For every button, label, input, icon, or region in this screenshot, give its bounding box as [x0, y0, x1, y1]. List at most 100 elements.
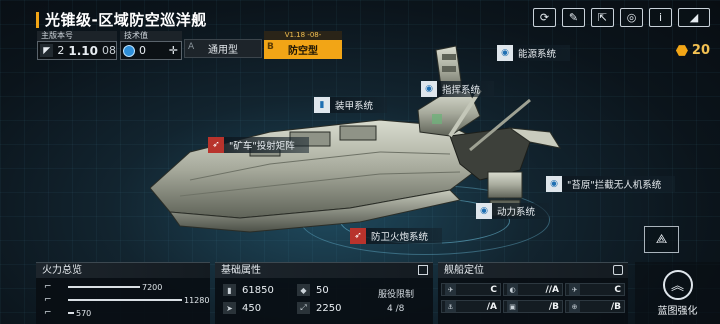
- tag-drone-label: "苔原"拦截无人机系统: [567, 180, 662, 191]
- chevron-up-icon: ︽: [662, 269, 693, 300]
- version-major: 2: [57, 44, 65, 57]
- weapon-icon: ⌐: [44, 282, 52, 292]
- drone-icon: ◉: [546, 176, 562, 192]
- tag-mine-system[interactable]: ➶ "矿车"投射矩阵: [208, 137, 309, 153]
- tag-armor-label: 装甲系统: [335, 101, 374, 112]
- role-icon: ◐: [507, 284, 518, 295]
- command-icon: ◉: [421, 81, 437, 97]
- firepower-row-3: ⌐ 570: [44, 308, 91, 318]
- position-cell: ✈ C: [565, 283, 625, 296]
- firepower-bar: [68, 286, 140, 288]
- tech-value: 0: [139, 44, 146, 57]
- stat-range: ⤢ 2250: [297, 302, 341, 314]
- base-stats-panel: 基础属性 ▮ 61850 ◆ 50 ➤ 450 ⤢ 2250 服役限制 4 /8: [215, 262, 433, 324]
- armor-icon: ◆: [297, 284, 310, 296]
- position-grade: /B: [548, 301, 559, 312]
- stat-armor: ◆ 50: [297, 284, 329, 296]
- tag-mine-label: "矿车"投射矩阵: [229, 141, 295, 152]
- info-icon[interactable]: i: [649, 8, 672, 27]
- stat-hp-value: 61850: [242, 284, 274, 296]
- base-stats-title: 基础属性: [215, 263, 433, 278]
- position-cell: ▣ /B: [503, 300, 563, 313]
- position-grade: C: [490, 284, 497, 295]
- refresh-icon[interactable]: ⟳: [533, 8, 556, 27]
- firepower-value: 7200: [142, 282, 163, 292]
- stat-hp: ▮ 61850: [223, 284, 274, 296]
- version-label: 主版本号: [37, 31, 117, 41]
- weapon-icon: ⌐: [44, 308, 52, 318]
- position-grade: //A: [545, 284, 559, 295]
- position-cell: ✈ C: [441, 283, 501, 296]
- firepower-value: 570: [76, 308, 92, 318]
- firepower-row-1: ⌐ 7200: [44, 282, 162, 292]
- firepower-bar: [68, 312, 74, 314]
- firepower-value: 11280: [184, 295, 210, 305]
- flag-icon: ◤: [40, 44, 54, 57]
- fleet-button[interactable]: ⟁: [644, 226, 679, 253]
- fleet-icon: ⟁: [655, 232, 668, 247]
- expand-icon[interactable]: [418, 265, 428, 275]
- role-icon: ⚓: [445, 301, 456, 312]
- firepower-row-2: ⌐ 11280: [44, 295, 209, 305]
- engine-icon: ◉: [476, 203, 492, 219]
- position-cell: ⚓ /A: [441, 300, 501, 313]
- tag-cannon-label: 防卫火炮系统: [371, 232, 429, 243]
- firepower-title: 火力总览: [36, 263, 210, 278]
- tag-command-label: 指挥系统: [442, 85, 481, 96]
- stat-speed: ➤ 450: [223, 302, 261, 314]
- anti-air-version: V1.18 -08-: [264, 31, 342, 40]
- role-icon: ✈: [445, 284, 456, 295]
- position-cell: ◐ //A: [503, 283, 563, 296]
- hp-icon: ▮: [223, 284, 236, 296]
- tag-command-system[interactable]: ◉ 指挥系统: [421, 81, 495, 97]
- tag-drone-system[interactable]: ◉ "苔原"拦截无人机系统: [546, 176, 676, 192]
- tag-propulsion-system[interactable]: ◉ 动力系统: [476, 203, 550, 219]
- base-stats-title-text: 基础属性: [221, 265, 261, 276]
- position-cell: ⊕ /B: [565, 300, 625, 313]
- blueprint-label: 蓝图强化: [657, 305, 698, 317]
- positioning-title-text: 舰船定位: [444, 265, 484, 276]
- missile-icon: ➶: [208, 137, 224, 153]
- blueprint-enhance-button[interactable]: ︽ 蓝图强化: [635, 262, 720, 324]
- tag-power-label: 能源系统: [518, 49, 557, 60]
- share-icon[interactable]: ⇱: [591, 8, 614, 27]
- version-minor: 08: [102, 44, 116, 57]
- cannon-icon: ➶: [350, 228, 366, 244]
- weapon-icon: ⌐: [44, 295, 52, 305]
- version-body: ◤ 2 1.10 08: [37, 41, 117, 60]
- version-number: 1.10: [68, 43, 98, 58]
- stat-speed-value: 450: [242, 302, 262, 314]
- role-icon: ⊕: [569, 301, 580, 312]
- tag-propulsion-label: 动力系统: [497, 207, 536, 218]
- energy-hex-icon: [675, 45, 688, 56]
- role-icon: ▣: [507, 301, 518, 312]
- top-icon-bar: ⟳ ✎ ⇱ ◎ i ◢: [533, 8, 710, 27]
- title-accent: [36, 11, 39, 28]
- service-limit-label: 服役限制: [378, 290, 415, 300]
- tag-power-system[interactable]: ◉ 能源系统: [497, 45, 571, 61]
- energy-display: 20: [675, 43, 710, 58]
- range-icon: ⤢: [297, 302, 310, 314]
- camera-icon[interactable]: ◎: [620, 8, 643, 27]
- energy-value: 20: [691, 43, 710, 58]
- shield-icon: ▮: [314, 97, 330, 113]
- ship-title: 光锥级-区域防空巡洋舰: [45, 11, 207, 29]
- stat-armor-value: 50: [316, 284, 329, 296]
- role-icon: ✈: [569, 284, 580, 295]
- firepower-bar: [68, 299, 182, 301]
- tag-armor-system[interactable]: ▮ 装甲系统: [314, 97, 388, 113]
- back-icon[interactable]: ◢: [678, 8, 710, 27]
- title-bar: 光锥级-区域防空巡洋舰: [36, 9, 207, 30]
- positioning-panel: 舰船定位 ✈ C ◐ //A ✈ C ⚓ /A ▣ /B ⊕ /B: [438, 262, 628, 324]
- service-limit-value: 4 /8: [387, 304, 405, 314]
- tech-gem-icon: [123, 44, 135, 57]
- position-grade: C: [614, 284, 621, 295]
- toggle-icon[interactable]: [613, 265, 623, 275]
- version-box: 主版本号 ◤ 2 1.10 08: [37, 31, 117, 60]
- speed-icon: ➤: [223, 302, 236, 314]
- paint-icon[interactable]: ✎: [562, 8, 585, 27]
- tag-cannon-system[interactable]: ➶ 防卫火炮系统: [350, 228, 443, 244]
- stat-range-value: 2250: [316, 302, 342, 314]
- positioning-title: 舰船定位: [438, 263, 628, 278]
- power-icon: ◉: [497, 45, 513, 61]
